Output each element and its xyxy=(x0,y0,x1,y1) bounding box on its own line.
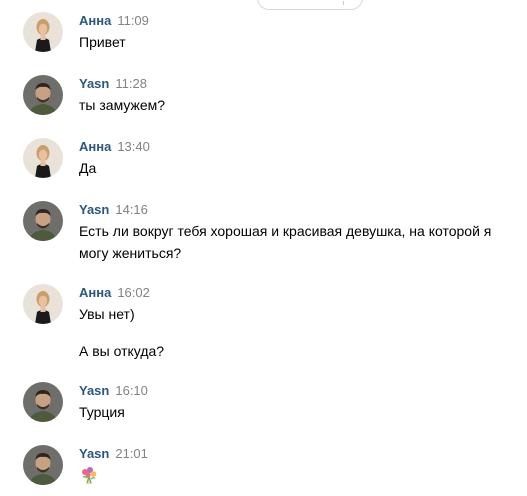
author-name[interactable]: Анна xyxy=(79,13,111,28)
load-more-pill[interactable] xyxy=(257,0,363,10)
yasn-avatar[interactable] xyxy=(23,75,63,115)
flower-bouquet-icon xyxy=(79,465,99,485)
message-header: Анна 11:09 xyxy=(79,12,527,30)
yasn-avatar[interactable] xyxy=(23,201,63,241)
message-time[interactable]: 14:16 xyxy=(115,202,148,217)
message-header: Yasn 16:10 xyxy=(79,382,527,400)
anna-avatar[interactable] xyxy=(23,138,63,178)
message-text: А вы откуда? xyxy=(79,343,165,359)
message-time[interactable]: 11:28 xyxy=(115,76,147,91)
message-content: Анна 16:02 Увы нет) xyxy=(79,284,527,325)
message-text: Турция xyxy=(79,404,125,420)
message-content: Анна 11:09 Привет xyxy=(79,12,527,53)
message-text-line: Есть ли вокруг тебя хорошая и красивая д… xyxy=(79,223,492,239)
message-header: Yasn 14:16 xyxy=(79,201,527,219)
author-name[interactable]: Yasn xyxy=(79,383,109,398)
message-time[interactable]: 13:40 xyxy=(117,139,150,154)
message-time[interactable]: 16:10 xyxy=(115,383,148,398)
author-name[interactable]: Yasn xyxy=(79,202,109,217)
message-text: Увы нет) xyxy=(79,306,135,322)
message-text: Есть ли вокруг тебя хорошая и красивая д… xyxy=(79,220,527,264)
message-header: Анна 13:40 xyxy=(79,138,527,156)
message-time[interactable]: 21:01 xyxy=(115,446,148,461)
anna-avatar[interactable] xyxy=(23,284,63,324)
author-name[interactable]: Анна xyxy=(79,139,111,154)
author-name[interactable]: Yasn xyxy=(79,446,109,461)
anna-avatar[interactable] xyxy=(23,12,63,52)
pill-divider xyxy=(343,1,344,5)
yasn-avatar[interactable] xyxy=(23,445,63,485)
message-header: Yasn 11:28 xyxy=(79,75,527,93)
message-content: Yasn 11:28 ты замужем? xyxy=(79,75,527,116)
message-content: Yasn 21:01 xyxy=(79,445,527,485)
author-name[interactable]: Yasn xyxy=(79,76,109,91)
message-time[interactable]: 16:02 xyxy=(117,285,150,300)
message-text: Да xyxy=(79,160,97,176)
message-text-line: могу жениться? xyxy=(79,245,182,261)
author-name[interactable]: Анна xyxy=(79,285,111,300)
message-header: Анна 16:02 xyxy=(79,284,527,302)
message-time[interactable]: 11:09 xyxy=(117,13,149,28)
message-header: Yasn 21:01 xyxy=(79,445,527,463)
message-content: Yasn 16:10 Турция xyxy=(79,382,527,423)
message-content: Yasn 14:16 Есть ли вокруг тебя хорошая и … xyxy=(79,201,527,264)
message-text: ты замужем? xyxy=(79,97,166,113)
message-text: Привет xyxy=(79,34,126,50)
yasn-avatar[interactable] xyxy=(23,382,63,422)
message-content: Анна 13:40 Да xyxy=(79,138,527,179)
